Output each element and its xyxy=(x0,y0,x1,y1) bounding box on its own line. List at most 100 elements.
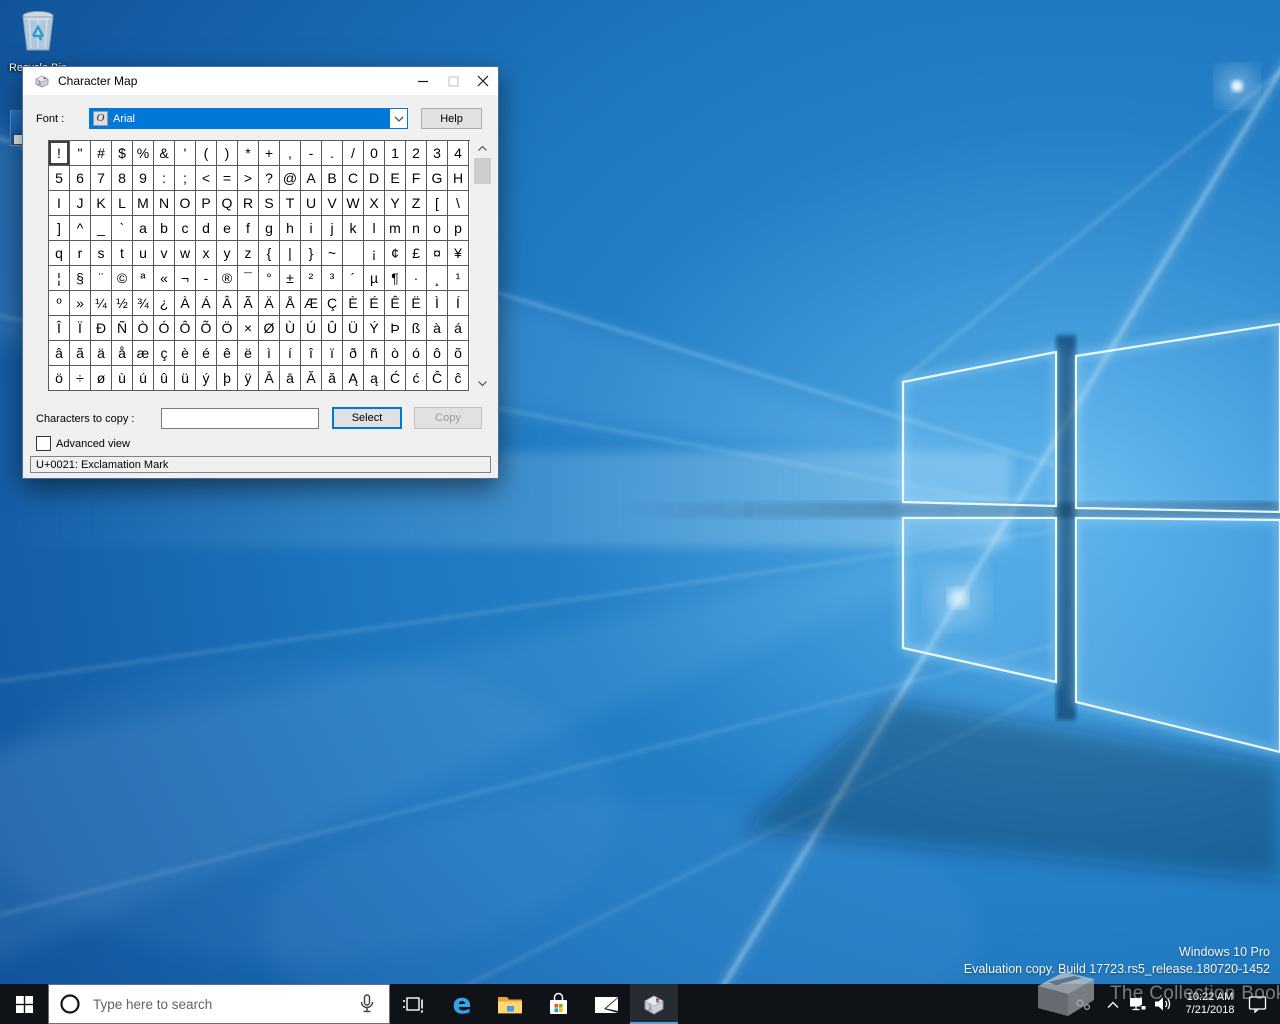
char-cell[interactable]: Í xyxy=(448,291,469,316)
char-cell[interactable]: È xyxy=(343,291,364,316)
char-cell[interactable]: × xyxy=(238,316,259,341)
char-cell[interactable]: ? xyxy=(259,166,280,191)
tray-network[interactable] xyxy=(1125,984,1150,1024)
char-cell[interactable]: Z xyxy=(406,191,427,216)
char-cell[interactable] xyxy=(343,241,364,266)
char-cell[interactable]: R xyxy=(238,191,259,216)
char-cell[interactable]: > xyxy=(238,166,259,191)
char-cell[interactable]: T xyxy=(280,191,301,216)
char-cell[interactable]: h xyxy=(280,216,301,241)
char-cell[interactable]: ÷ xyxy=(70,366,91,391)
desktop-icon-recycle-bin[interactable]: Recycle Bin xyxy=(0,6,76,74)
char-cell[interactable]: % xyxy=(133,141,154,166)
char-cell[interactable]: G xyxy=(427,166,448,191)
char-cell[interactable]: Û xyxy=(322,316,343,341)
search-box[interactable] xyxy=(48,984,390,1024)
char-cell[interactable]: ` xyxy=(112,216,133,241)
char-cell[interactable]: I xyxy=(49,191,70,216)
char-cell[interactable]: Ý xyxy=(364,316,385,341)
char-cell[interactable]: u xyxy=(133,241,154,266)
char-cell[interactable]: ì xyxy=(259,341,280,366)
char-cell[interactable]: é xyxy=(196,341,217,366)
char-cell[interactable]: Ù xyxy=(280,316,301,341)
char-cell[interactable]: à xyxy=(427,316,448,341)
char-cell[interactable]: ~ xyxy=(322,241,343,266)
char-cell[interactable]: 9 xyxy=(133,166,154,191)
char-cell[interactable]: p xyxy=(448,216,469,241)
char-cell[interactable]: 1 xyxy=(385,141,406,166)
char-cell[interactable]: | xyxy=(280,241,301,266)
char-cell[interactable]: F xyxy=(406,166,427,191)
characters-to-copy-input[interactable] xyxy=(161,408,319,429)
char-cell[interactable]: Ç xyxy=(322,291,343,316)
char-cell[interactable]: [ xyxy=(427,191,448,216)
char-cell[interactable]: ® xyxy=(217,266,238,291)
char-cell[interactable]: ³ xyxy=(322,266,343,291)
char-cell[interactable]: 4 xyxy=(448,141,469,166)
char-cell[interactable]: ý xyxy=(196,366,217,391)
char-cell[interactable]: # xyxy=(91,141,112,166)
char-cell[interactable]: 2 xyxy=(406,141,427,166)
char-cell[interactable]: k xyxy=(343,216,364,241)
char-cell[interactable]: Â xyxy=(217,291,238,316)
char-cell[interactable]: Ê xyxy=(385,291,406,316)
char-cell[interactable]: Î xyxy=(49,316,70,341)
scrollbar-thumb[interactable] xyxy=(474,158,491,184)
char-cell[interactable]: 3 xyxy=(427,141,448,166)
char-cell[interactable]: ü xyxy=(175,366,196,391)
char-cell[interactable]: ú xyxy=(133,366,154,391)
char-cell[interactable]: l xyxy=(364,216,385,241)
char-cell[interactable]: A xyxy=(301,166,322,191)
char-cell[interactable]: Ó xyxy=(154,316,175,341)
char-cell[interactable]: J xyxy=(70,191,91,216)
tray-chevron-up[interactable] xyxy=(1100,984,1125,1024)
char-cell[interactable]: E xyxy=(385,166,406,191)
char-cell[interactable]: v xyxy=(154,241,175,266)
char-cell[interactable]: ¥ xyxy=(448,241,469,266)
char-cell[interactable]: ; xyxy=(175,166,196,191)
char-cell[interactable]: f xyxy=(238,216,259,241)
char-cell[interactable]: j xyxy=(322,216,343,241)
char-cell[interactable]: Ø xyxy=(259,316,280,341)
char-cell[interactable]: ² xyxy=(301,266,322,291)
char-cell[interactable]: Å xyxy=(280,291,301,316)
char-cell[interactable]: ¡ xyxy=(364,241,385,266)
char-cell[interactable]: c xyxy=(175,216,196,241)
font-dropdown[interactable]: O Arial xyxy=(89,108,408,129)
search-input[interactable] xyxy=(91,996,357,1013)
char-cell[interactable]: " xyxy=(70,141,91,166)
char-cell[interactable]: g xyxy=(259,216,280,241)
char-cell[interactable]: Ã xyxy=(238,291,259,316)
scroll-up-arrow[interactable] xyxy=(474,140,491,156)
char-cell[interactable]: Á xyxy=(196,291,217,316)
char-cell[interactable]: á xyxy=(448,316,469,341)
char-cell[interactable]: ä xyxy=(91,341,112,366)
char-cell[interactable]: · xyxy=(406,266,427,291)
taskbar-store-button[interactable] xyxy=(534,984,582,1024)
char-cell[interactable]: ¹ xyxy=(448,266,469,291)
char-cell[interactable]: * xyxy=(238,141,259,166)
char-cell[interactable]: ° xyxy=(259,266,280,291)
char-cell[interactable]: Ą xyxy=(343,366,364,391)
char-cell[interactable]: Ò xyxy=(133,316,154,341)
char-cell[interactable]: æ xyxy=(133,341,154,366)
char-cell[interactable]: ć xyxy=(406,366,427,391)
char-cell[interactable]: ï xyxy=(322,341,343,366)
char-cell[interactable]: K xyxy=(91,191,112,216)
char-cell[interactable]: Ì xyxy=(427,291,448,316)
char-cell[interactable]: { xyxy=(259,241,280,266)
char-cell[interactable]: - xyxy=(301,141,322,166)
char-cell[interactable]: = xyxy=(217,166,238,191)
char-cell[interactable]: C xyxy=(343,166,364,191)
char-cell[interactable]: < xyxy=(196,166,217,191)
char-cell[interactable]: © xyxy=(112,266,133,291)
char-cell[interactable]: Ë xyxy=(406,291,427,316)
taskbar-task-view-button[interactable] xyxy=(390,984,438,1024)
char-cell[interactable]: Ā xyxy=(259,366,280,391)
char-cell[interactable]: ¯ xyxy=(238,266,259,291)
microphone-icon[interactable] xyxy=(357,993,377,1015)
char-cell[interactable]: S xyxy=(259,191,280,216)
char-cell[interactable]: ¬ xyxy=(175,266,196,291)
char-cell[interactable]: µ xyxy=(364,266,385,291)
copy-button[interactable]: Copy xyxy=(414,407,482,429)
